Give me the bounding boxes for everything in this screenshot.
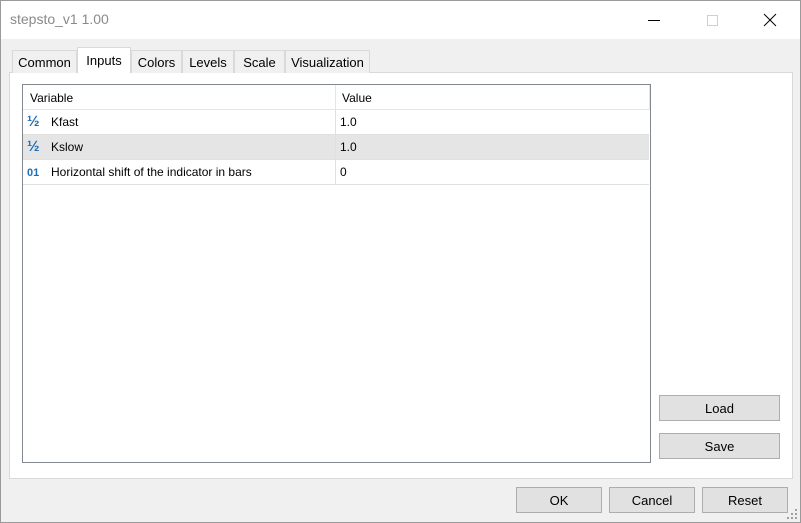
load-button[interactable]: Load (659, 395, 780, 421)
window-title: stepsto_v1 1.00 (10, 11, 109, 27)
title-bar[interactable]: stepsto_v1 1.00 (1, 1, 800, 39)
column-divider[interactable] (649, 85, 650, 110)
variable-name: Kfast (51, 115, 79, 129)
table-row[interactable]: ½ Kfast 1.0 (23, 110, 649, 135)
variable-name: Horizontal shift of the indicator in bar… (51, 165, 252, 179)
cell-divider (335, 160, 336, 184)
table-row[interactable]: 01 Horizontal shift of the indicator in … (23, 160, 649, 185)
minimize-icon (648, 19, 660, 21)
half-fraction-icon: ½ (27, 113, 40, 130)
column-header-variable[interactable]: Variable (30, 85, 73, 110)
maximize-button[interactable] (689, 1, 735, 39)
tab-visualization[interactable]: Visualization (285, 50, 370, 73)
tab-common[interactable]: Common (12, 50, 77, 73)
column-divider[interactable] (335, 85, 336, 110)
variable-value[interactable]: 1.0 (340, 110, 357, 134)
close-icon (763, 13, 777, 27)
variable-name: Kslow (51, 140, 84, 154)
save-button[interactable]: Save (659, 433, 780, 459)
integer-icon: 01 (27, 167, 40, 179)
close-button[interactable] (747, 1, 793, 39)
variable-value[interactable]: 1.0 (340, 135, 357, 159)
tab-colors[interactable]: Colors (131, 50, 182, 73)
table-row[interactable]: ½ Kslow 1.0 (23, 135, 649, 160)
inputs-grid[interactable]: Variable Value ½ Kfast 1.0 ½ Kslow 1.0 0… (22, 84, 651, 463)
tab-scale[interactable]: Scale (234, 50, 285, 73)
resize-grip-icon[interactable] (786, 508, 798, 520)
ok-button[interactable]: OK (516, 487, 602, 513)
reset-button[interactable]: Reset (702, 487, 788, 513)
half-fraction-icon: ½ (27, 138, 40, 155)
cell-divider (335, 135, 336, 159)
minimize-button[interactable] (631, 1, 677, 39)
cancel-button[interactable]: Cancel (609, 487, 695, 513)
cell-divider (335, 110, 336, 134)
column-header-value[interactable]: Value (342, 85, 372, 110)
dialog-window: stepsto_v1 1.00 Common Inputs Colors Lev… (0, 0, 801, 523)
tab-levels[interactable]: Levels (182, 50, 234, 73)
grid-header: Variable Value (23, 85, 650, 110)
tab-inputs[interactable]: Inputs (77, 47, 131, 73)
variable-value[interactable]: 0 (340, 160, 347, 184)
maximize-icon (706, 14, 718, 26)
